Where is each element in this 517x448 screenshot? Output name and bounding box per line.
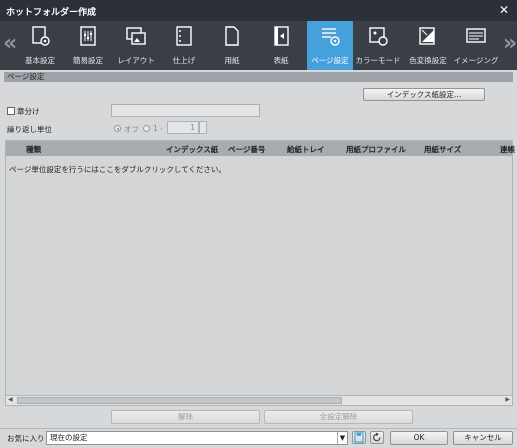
- column-header: 用紙プロファイル: [346, 145, 406, 154]
- tab-label: イメージング: [453, 56, 499, 65]
- paper-icon: [225, 26, 239, 46]
- repeat-one-radio[interactable]: [143, 125, 150, 132]
- window-title: ホットフォルダー作成: [6, 8, 97, 18]
- save-favorite-icon: [354, 432, 364, 443]
- tab-layout[interactable]: レイアウト: [113, 21, 159, 70]
- repeat-one-label: 1 -: [153, 124, 163, 133]
- favorites-value: 現在の設定: [50, 433, 88, 442]
- column-header: 給紙トレイ: [287, 145, 325, 154]
- scroll-left-arrow-icon[interactable]: ◀: [8, 396, 13, 403]
- repeat-off-label: オフ: [124, 125, 139, 134]
- cancel-button[interactable]: キャンセル: [453, 431, 513, 445]
- delete-all-button[interactable]: 全設定解除: [264, 410, 413, 424]
- scrollbar-thumb[interactable]: [17, 397, 342, 404]
- chevron-down-icon[interactable]: ▼: [337, 432, 347, 444]
- column-header: 用紙サイズ: [424, 145, 462, 154]
- refresh-icon: [373, 432, 381, 442]
- ok-button[interactable]: OK: [390, 431, 448, 445]
- horizontal-scrollbar[interactable]: ◀ ▶: [6, 395, 512, 405]
- color-conversion-icon: [419, 27, 435, 45]
- tab-bar: « 基本設定 簡易設定 レイアウト 仕上げ 用紙 表紙 ページ設定 カラーモード…: [0, 21, 517, 70]
- repeat-off-radio[interactable]: [114, 125, 121, 132]
- tab-basic-settings[interactable]: 基本設定: [17, 21, 63, 70]
- repeat-unit-label: 繰り返し単位: [7, 125, 52, 134]
- tab-cover[interactable]: 表紙: [258, 21, 304, 70]
- delete-button[interactable]: 解除: [111, 410, 260, 424]
- scroll-right-arrow-icon[interactable]: ▶: [505, 396, 510, 403]
- tab-page-settings[interactable]: ページ設定: [307, 21, 353, 70]
- favorites-select[interactable]: 現在の設定 ▼: [46, 431, 348, 445]
- chapter-checkbox[interactable]: [7, 107, 15, 115]
- tab-finishing[interactable]: 仕上げ: [161, 21, 207, 70]
- repeat-count-spinner[interactable]: [199, 121, 207, 134]
- table-hint[interactable]: ページ単位設定を行うにはここをダブルクリックしてください。: [9, 164, 226, 175]
- column-header: 種類: [26, 145, 41, 154]
- refresh-button[interactable]: [370, 431, 384, 444]
- index-paper-settings-button[interactable]: インデックス紙設定...: [363, 88, 485, 101]
- tab-color-mode[interactable]: カラーモード: [355, 21, 401, 70]
- table-header: 種類 インデックス紙 ページ番号 給紙トレイ 用紙プロファイル 用紙サイズ 連帳: [6, 141, 515, 156]
- title-bar: ホットフォルダー作成 ✕: [0, 0, 517, 21]
- page-settings-icon: [322, 28, 340, 46]
- tab-imaging[interactable]: イメージング: [453, 21, 499, 70]
- favorites-label: お気に入り: [7, 434, 45, 443]
- column-header: 連帳: [500, 145, 515, 154]
- cover-icon: [274, 26, 289, 46]
- layout-icon: [126, 27, 146, 45]
- tab-easy-settings[interactable]: 簡易設定: [65, 21, 111, 70]
- chapter-input[interactable]: [111, 104, 260, 117]
- tab-color-conversion[interactable]: 色変換設定: [405, 21, 451, 70]
- column-header: インデックス紙: [166, 145, 219, 154]
- column-header: ページ番号: [228, 145, 266, 154]
- tab-paper[interactable]: 用紙: [209, 21, 255, 70]
- finishing-icon: [176, 26, 192, 46]
- easy-settings-icon: [80, 26, 96, 46]
- chapter-label: 章分け: [17, 107, 40, 116]
- scroll-right-icon[interactable]: »: [503, 31, 517, 56]
- scroll-left-icon[interactable]: «: [3, 31, 17, 56]
- save-favorite-button[interactable]: [352, 431, 366, 444]
- imaging-icon: [466, 28, 486, 43]
- color-mode-icon: [369, 27, 388, 46]
- close-icon[interactable]: ✕: [499, 3, 509, 17]
- section-title: ページ設定: [4, 72, 513, 82]
- repeat-count-input[interactable]: 1: [167, 121, 199, 134]
- page-settings-table[interactable]: 種類 インデックス紙 ページ番号 給紙トレイ 用紙プロファイル 用紙サイズ 連帳…: [5, 140, 515, 406]
- basic-settings-icon: [32, 26, 50, 46]
